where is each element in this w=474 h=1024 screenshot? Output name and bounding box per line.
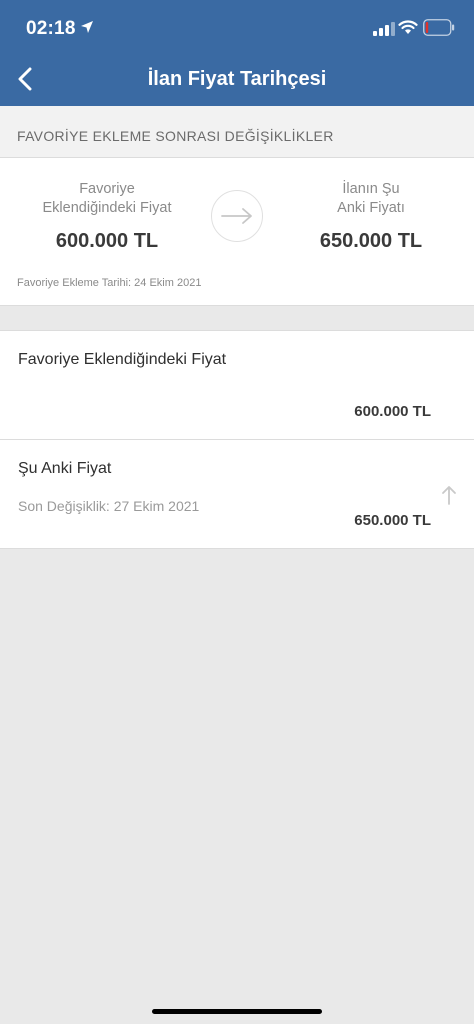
header: 02:18 İlan Fiyat Tarihçesi bbox=[0, 0, 474, 106]
list-item-title: Favoriye Eklendiğindeki Fiyat bbox=[18, 351, 227, 368]
current-price-label: İlanın Şu Anki Fiyatı bbox=[276, 180, 466, 218]
list-item[interactable]: Şu Anki Fiyat Son Değişiklik: 27 Ekim 20… bbox=[0, 440, 474, 549]
list-item-price: 650.000 TL bbox=[354, 512, 431, 529]
wifi-icon bbox=[398, 20, 418, 34]
price-comparison-card: Favoriye Eklendiğindeki Fiyat 600.000 TL… bbox=[0, 158, 474, 306]
section-title: FAVORİYE EKLEME SONRASI DEĞİŞİKLİKLER bbox=[17, 128, 334, 144]
page-title: İlan Fiyat Tarihçesi bbox=[147, 68, 327, 90]
favorite-price-label: Favoriye Eklendiğindeki Fiyat bbox=[12, 180, 202, 218]
status-time: 02:18 bbox=[26, 18, 76, 39]
current-price-value: 650.000 TL bbox=[319, 230, 423, 252]
current-price-label-line2: Anki Fiyatı bbox=[337, 200, 405, 216]
favorite-date-note: Favoriye Ekleme Tarihi: 24 Ekim 2021 bbox=[17, 277, 202, 289]
screen: 02:18 İlan Fiyat Tarihçesi FAVORİYE EKLE… bbox=[0, 0, 474, 1024]
home-indicator[interactable] bbox=[152, 1009, 322, 1014]
battery-icon bbox=[423, 19, 455, 36]
nav-bar: İlan Fiyat Tarihçesi bbox=[0, 56, 474, 106]
list-item[interactable]: Favoriye Eklendiğindeki Fiyat 600.000 TL bbox=[0, 331, 474, 440]
price-history-list: Favoriye Eklendiğindeki Fiyat 600.000 TL… bbox=[0, 330, 474, 549]
list-item-subtitle: Son Değişiklik: 27 Ekim 2021 bbox=[18, 498, 200, 514]
current-price-column: İlanın Şu Anki Fiyatı 650.000 TL bbox=[276, 180, 466, 253]
arrow-up-icon bbox=[442, 486, 456, 505]
favorite-price-label-line1: Favoriye bbox=[79, 181, 135, 197]
location-arrow-icon bbox=[81, 21, 93, 33]
list-item-price: 600.000 TL bbox=[354, 403, 431, 420]
favorite-price-value: 600.000 TL bbox=[55, 230, 159, 252]
signal-icon bbox=[373, 22, 395, 36]
arrow-right-icon bbox=[211, 190, 263, 242]
favorite-price-label-line2: Eklendiğindeki Fiyat bbox=[42, 200, 172, 216]
status-bar: 02:18 bbox=[0, 0, 474, 56]
list-item-title: Şu Anki Fiyat bbox=[18, 460, 112, 477]
section-header: FAVORİYE EKLEME SONRASI DEĞİŞİKLİKLER bbox=[0, 106, 474, 158]
favorite-price-column: Favoriye Eklendiğindeki Fiyat 600.000 TL bbox=[12, 180, 202, 253]
current-price-label-line1: İlanın Şu bbox=[342, 181, 400, 197]
